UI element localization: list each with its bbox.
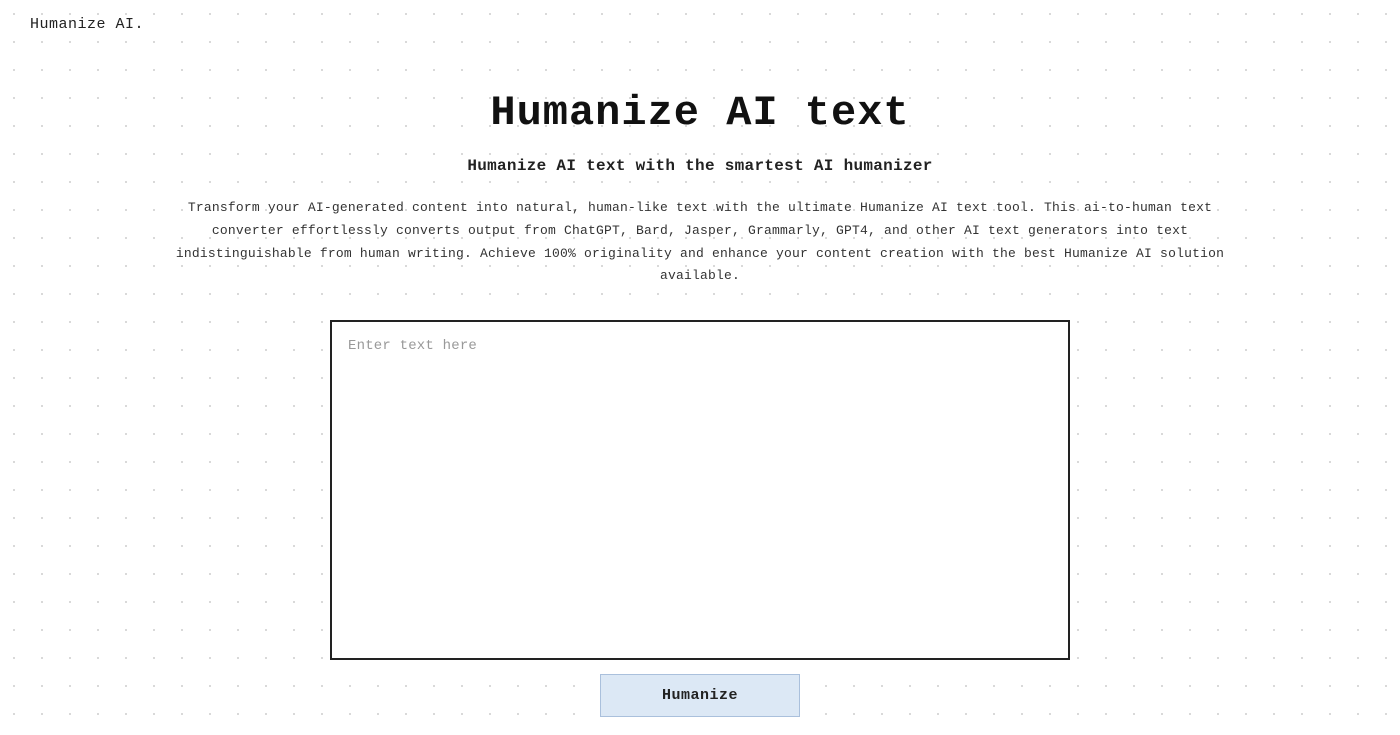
logo[interactable]: Humanize AI. xyxy=(30,16,144,33)
header: Humanize AI. xyxy=(0,0,1400,49)
text-input[interactable] xyxy=(330,320,1070,660)
content-wrapper: Humanize AI. Humanize AI text Humanize A… xyxy=(0,0,1400,717)
humanize-button[interactable]: Humanize xyxy=(600,674,800,717)
main-section: Humanize AI text Humanize AI text with t… xyxy=(150,49,1250,717)
textarea-container: Humanize xyxy=(330,320,1070,717)
subtitle: Humanize AI text with the smartest AI hu… xyxy=(467,157,932,175)
description: Transform your AI-generated content into… xyxy=(170,197,1230,288)
main-title: Humanize AI text xyxy=(490,89,909,137)
